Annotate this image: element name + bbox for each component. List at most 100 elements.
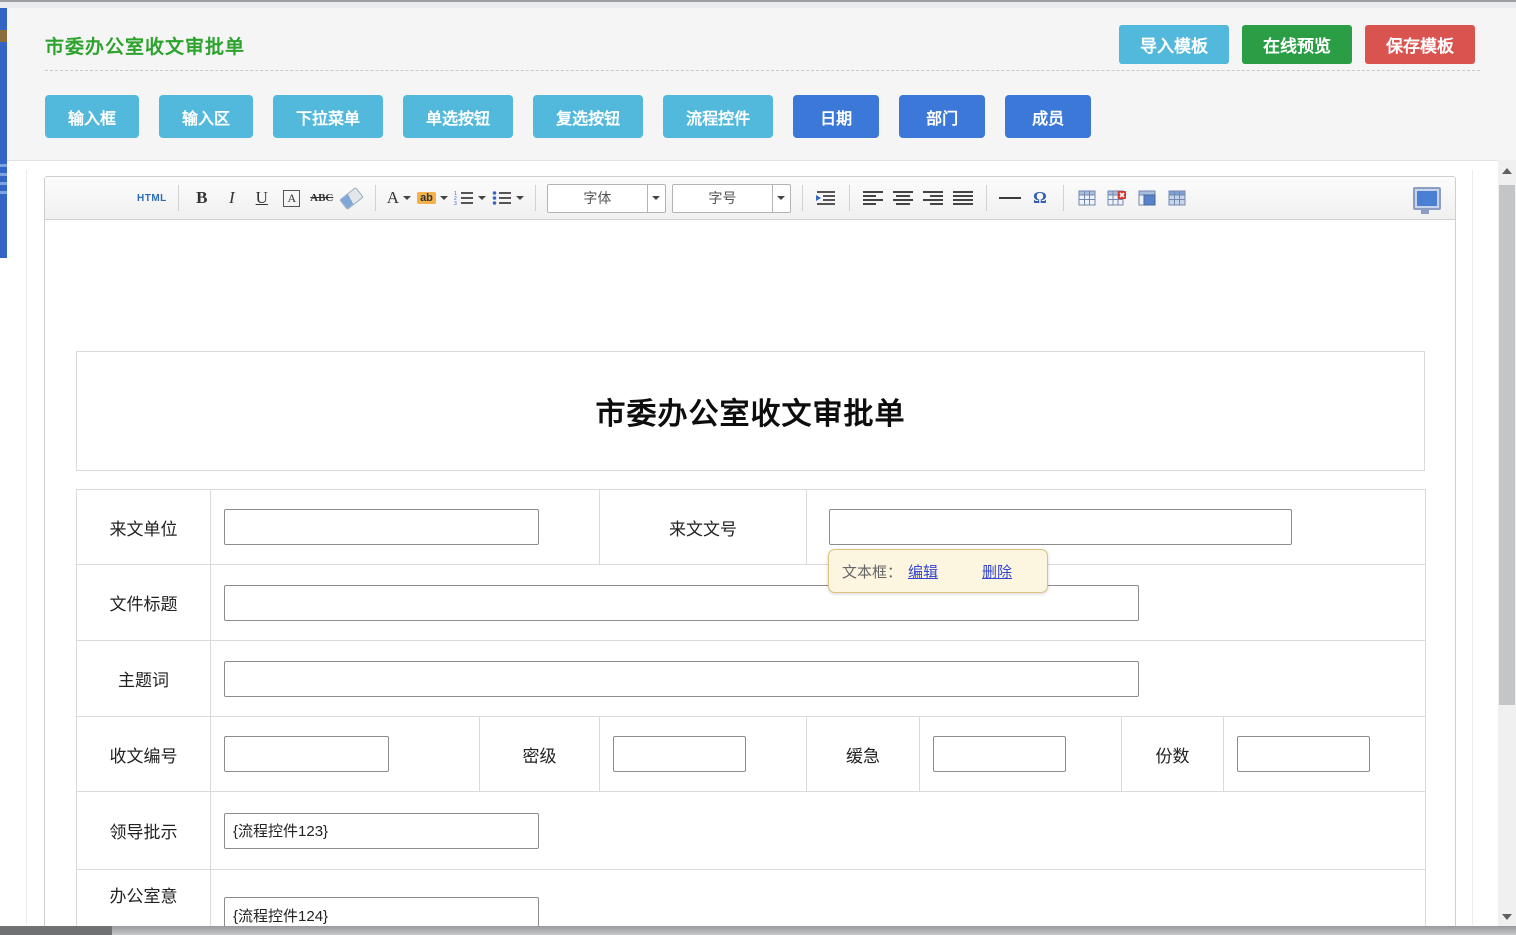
scroll-down-icon[interactable] [1502, 914, 1512, 920]
highlight-color-button[interactable]: ab [417, 185, 448, 211]
maximize-button[interactable] [1413, 185, 1441, 211]
bullet-list-button[interactable] [492, 185, 524, 211]
html-icon: HTML [137, 193, 167, 204]
vertical-scrollbar[interactable] [1498, 160, 1516, 935]
urgency-cell [920, 717, 1122, 792]
toolbar-separator [1063, 185, 1064, 211]
chevron-down-icon [403, 196, 411, 200]
document-title-block[interactable]: 市委办公室收文审批单 [76, 351, 1425, 471]
delete-link[interactable]: 删除 [982, 561, 1012, 582]
font-family-select[interactable]: 字体 [547, 184, 666, 213]
toolbar-separator [849, 185, 850, 211]
font-family-dropdown-button[interactable] [647, 185, 665, 212]
subject-input[interactable] [224, 661, 1139, 697]
content-frame-right-border [1472, 170, 1473, 925]
omega-icon: Ω [1033, 188, 1047, 208]
subject-label: 主题词 [77, 641, 211, 717]
palette-flow-control-button[interactable]: 流程控件 [663, 95, 773, 138]
indent-button[interactable] [814, 185, 838, 211]
copies-cell [1224, 717, 1426, 792]
text-color-button[interactable]: A [387, 185, 411, 211]
receive-no-label: 收文编号 [77, 717, 211, 792]
font-size-select[interactable]: 字号 [672, 184, 791, 213]
palette-member-button[interactable]: 成员 [1005, 95, 1091, 138]
cell-properties-button[interactable] [1165, 185, 1189, 211]
palette-date-button[interactable]: 日期 [793, 95, 879, 138]
source-unit-input[interactable] [224, 509, 539, 545]
bullet-list-icon [492, 190, 512, 206]
background-window-detail [0, 30, 7, 42]
leader-note-input[interactable] [224, 813, 539, 849]
content-frame-left-border [26, 170, 27, 925]
online-preview-button[interactable]: 在线预览 [1242, 25, 1352, 64]
chevron-down-icon [516, 196, 524, 200]
font-size-dropdown-button[interactable] [772, 185, 790, 212]
align-center-button[interactable] [891, 185, 915, 211]
doc-number-input[interactable] [829, 509, 1292, 545]
urgency-input[interactable] [933, 736, 1066, 772]
doc-title-cell [211, 565, 1426, 641]
control-palette: 输入框 输入区 下拉菜单 单选按钮 复选按钮 流程控件 日期 部门 成员 [45, 95, 1091, 138]
insert-table-button[interactable] [1075, 185, 1099, 211]
approval-form-table: 来文单位 来文文号 文件标题 主题词 收文编号 密级 缓急 份数 领导批示 [76, 489, 1426, 935]
copies-label: 份数 [1122, 717, 1224, 792]
source-unit-label: 来文单位 [77, 490, 211, 565]
bold-icon: B [196, 188, 207, 208]
palette-textarea-button[interactable]: 输入区 [159, 95, 253, 138]
ordered-list-icon: 123 [454, 190, 474, 206]
chevron-down-icon [478, 196, 486, 200]
ordered-list-button[interactable]: 123 [454, 185, 486, 211]
font-border-button[interactable]: A [280, 185, 304, 211]
chevron-down-icon [652, 196, 660, 200]
boxed-a-icon: A [283, 190, 300, 207]
edit-link[interactable]: 编辑 [908, 561, 938, 582]
special-char-button[interactable]: Ω [1028, 185, 1052, 211]
copies-input[interactable] [1237, 736, 1370, 772]
table-properties-icon [1138, 190, 1156, 206]
palette-radio-button[interactable]: 单选按钮 [403, 95, 513, 138]
monitor-icon [1413, 187, 1441, 210]
receive-no-cell [211, 717, 480, 792]
page-header: 市委办公室收文审批单 导入模板 在线预览 保存模板 输入框 输入区 下拉菜单 单… [7, 8, 1516, 161]
remove-format-button[interactable] [340, 185, 364, 211]
html-source-button[interactable]: HTML [137, 185, 167, 211]
italic-icon: I [229, 188, 235, 208]
urgency-label: 缓急 [807, 717, 920, 792]
strikethrough-button[interactable]: ABC [310, 185, 334, 211]
toolbar-separator [802, 185, 803, 211]
palette-input-box-button[interactable]: 输入框 [45, 95, 139, 138]
bold-button[interactable]: B [190, 185, 214, 211]
horizontal-rule-button[interactable] [998, 185, 1022, 211]
italic-button[interactable]: I [220, 185, 244, 211]
table-row: 领导批示 [77, 792, 1426, 870]
receive-no-input[interactable] [224, 736, 389, 772]
underline-icon: U [256, 188, 268, 208]
indent-icon [815, 190, 837, 206]
palette-dropdown-button[interactable]: 下拉菜单 [273, 95, 383, 138]
chevron-down-icon [777, 196, 785, 200]
align-left-button[interactable] [861, 185, 885, 211]
subject-cell [211, 641, 1426, 717]
vertical-scrollbar-thumb[interactable] [1499, 185, 1515, 705]
palette-department-button[interactable]: 部门 [899, 95, 985, 138]
table-icon [1078, 190, 1096, 206]
document-title: 市委办公室收文审批单 [596, 389, 906, 433]
delete-table-button[interactable] [1105, 185, 1129, 211]
horizontal-scrollbar-thumb[interactable] [0, 926, 112, 935]
toolbar-separator [986, 185, 987, 211]
import-template-button[interactable]: 导入模板 [1119, 25, 1229, 64]
horizontal-scrollbar[interactable] [0, 926, 1516, 935]
underline-button[interactable]: U [250, 185, 274, 211]
secrecy-label: 密级 [480, 717, 600, 792]
secrecy-input[interactable] [613, 736, 746, 772]
align-justify-button[interactable] [951, 185, 975, 211]
save-template-button[interactable]: 保存模板 [1365, 25, 1475, 64]
palette-checkbox-button[interactable]: 复选按钮 [533, 95, 643, 138]
scroll-up-icon[interactable] [1502, 168, 1512, 174]
textbox-control-tooltip: 文本框： 编辑 删除 [828, 549, 1048, 593]
table-properties-button[interactable] [1135, 185, 1159, 211]
align-right-button[interactable] [921, 185, 945, 211]
align-right-icon [922, 190, 944, 206]
tooltip-label: 文本框： [842, 561, 902, 582]
background-window-detail [0, 164, 7, 198]
